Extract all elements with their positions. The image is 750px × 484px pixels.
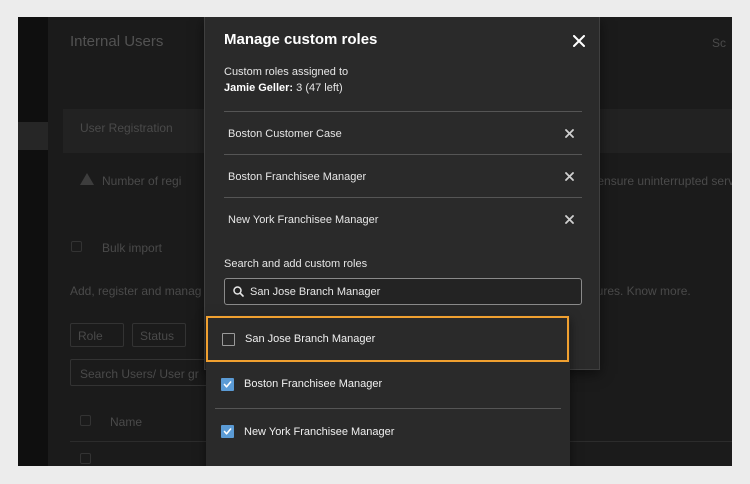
bg-help-text-left: Add, register and manag (70, 284, 202, 298)
role-count: 3 (47 left) (296, 82, 343, 94)
bg-warning-text-left: Number of regi (102, 174, 182, 188)
checkmark-icon (223, 428, 232, 435)
close-button[interactable] (569, 31, 589, 51)
role-option-checkbox[interactable] (221, 425, 234, 438)
checkmark-icon (223, 380, 232, 388)
close-icon (573, 35, 585, 47)
role-option-checkbox[interactable] (221, 377, 234, 391)
bg-filter-status-label: Status (140, 329, 175, 343)
bg-filter-role-label: Role (78, 329, 103, 343)
role-option-label: San Jose Branch Manager (245, 333, 376, 345)
assigned-role-label: Boston Customer Case (228, 127, 342, 140)
app-screen: Internal Users Sc User Registration Numb… (18, 17, 732, 466)
search-icon (233, 286, 244, 297)
assigned-role-row: Boston Franchisee Manager (224, 154, 582, 198)
role-option[interactable]: Boston Franchisee Manager (215, 361, 561, 407)
assigned-roles-label: Custom roles assigned to (224, 66, 349, 78)
search-roles-label: Search and add custom roles (224, 258, 368, 270)
assigned-roles-count: Jamie Geller: 3 (47 left) (224, 82, 343, 94)
modal-title: Manage custom roles (224, 31, 378, 48)
role-option-checkbox[interactable] (222, 332, 235, 346)
close-icon (564, 172, 574, 181)
bg-help-text-right: gures. Know more. (590, 284, 691, 298)
bg-section-label: User Registration (80, 121, 173, 135)
left-nav-active-tab[interactable] (18, 122, 48, 150)
bg-search-users-placeholder: Search Users/ User gr (80, 367, 199, 381)
bg-bulk-import: Bulk import (102, 241, 163, 255)
role-option-label: New York Franchisee Manager (244, 425, 395, 438)
role-option[interactable]: New York Franchisee Manager (215, 408, 561, 454)
search-roles-input[interactable] (250, 285, 570, 298)
search-roles-field[interactable] (224, 278, 582, 305)
bg-column-name: Name (110, 415, 143, 429)
assigned-role-label: Boston Franchisee Manager (228, 170, 367, 183)
bg-select-all-checkbox (80, 415, 91, 426)
bg-warning-text-right: to ensure uninterrupted servi (584, 174, 732, 188)
role-option-label: Boston Franchisee Manager (244, 378, 383, 390)
bg-row-checkbox (80, 453, 91, 464)
bg-page-title: Internal Users (70, 33, 164, 50)
left-nav-strip (18, 17, 48, 466)
close-icon (564, 129, 574, 138)
remove-role-button[interactable] (560, 211, 578, 229)
assigned-role-label: New York Franchisee Manager (228, 213, 379, 226)
bg-right-label: Sc (712, 36, 727, 50)
user-name: Jamie Geller: (224, 82, 294, 94)
remove-role-button[interactable] (560, 168, 578, 186)
role-search-results: San Jose Branch Manager Boston Franchise… (206, 315, 570, 466)
bg-upload-icon (71, 241, 82, 252)
role-option[interactable]: San Jose Branch Manager (206, 316, 569, 362)
assigned-role-row: New York Franchisee Manager (224, 197, 582, 241)
assigned-role-row: Boston Customer Case (224, 111, 582, 155)
remove-role-button[interactable] (560, 125, 578, 143)
close-icon (564, 215, 574, 224)
bg-warning-icon (80, 173, 94, 185)
